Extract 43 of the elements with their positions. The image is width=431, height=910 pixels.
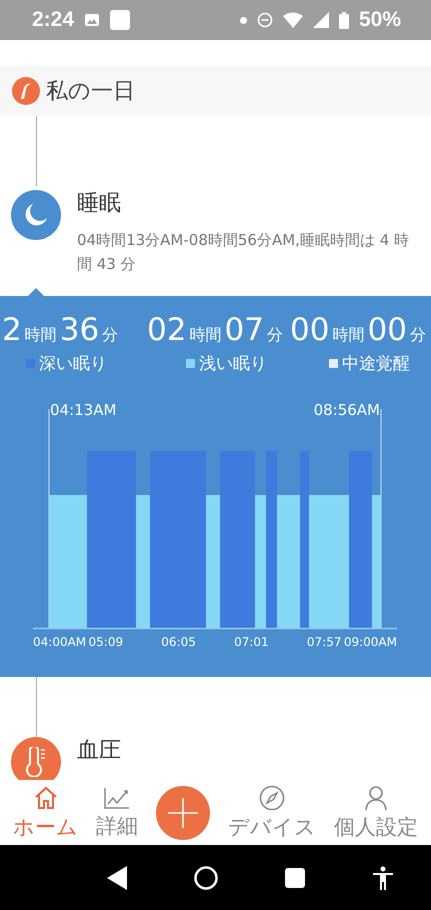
legend-label: 浅い眠り <box>199 353 267 375</box>
plus-icon <box>167 796 199 828</box>
compass-icon <box>259 784 285 810</box>
line-chart-icon <box>103 786 131 810</box>
person-icon <box>364 784 388 810</box>
axis-label: 07:01 <box>234 635 269 649</box>
axis-label: 06:05 <box>161 635 196 649</box>
nav-tab[interactable]: デバイス <box>228 784 316 840</box>
axis-label: 05:09 <box>88 635 124 649</box>
moon-icon <box>11 190 61 240</box>
feather-icon <box>12 77 40 105</box>
end-time-label: 08:56AM <box>314 401 380 419</box>
recents-icon[interactable] <box>285 868 305 888</box>
do-not-disturb-icon <box>256 12 273 28</box>
clock: 2:24 <box>32 8 74 32</box>
axis-label: 09:00AM <box>344 635 397 649</box>
axis-label: 07:57 <box>306 635 342 649</box>
back-icon[interactable] <box>107 866 127 890</box>
dot-icon <box>240 16 247 24</box>
item-description: 04時間13分AM-08時間56分AM,睡眠時間は 4 時間 43 分 <box>77 230 410 275</box>
legend-label: 中途覚醒 <box>342 353 410 375</box>
image-icon <box>84 13 100 27</box>
duration-value: 2 時間 36 分 <box>2 312 120 348</box>
add-button[interactable] <box>156 786 210 840</box>
nav-tab[interactable]: ホーム <box>13 784 78 840</box>
wifi-icon <box>282 12 303 28</box>
item-title: 血圧 <box>77 737 121 765</box>
start-time-label: 04:13AM <box>50 401 116 419</box>
home-button-icon[interactable] <box>194 866 218 890</box>
item-title: 睡眠 <box>77 190 122 218</box>
home-icon <box>32 784 58 810</box>
nav-tab[interactable]: 詳細 <box>96 786 138 840</box>
accessibility-icon[interactable] <box>372 866 394 890</box>
battery-percent: 50% <box>358 8 401 32</box>
axis-label: 04:00AM <box>33 635 86 649</box>
square-icon <box>110 10 130 30</box>
signal-icon <box>312 12 329 28</box>
battery-icon <box>338 12 349 28</box>
section-title: 私の一日 <box>46 78 135 106</box>
legend-label: 深い眠り <box>39 353 107 375</box>
duration-value: 00 時間 00 分 <box>290 312 427 348</box>
duration-value: 02 時間 07 分 <box>147 312 284 348</box>
nav-tab[interactable]: 個人設定 <box>334 784 418 840</box>
